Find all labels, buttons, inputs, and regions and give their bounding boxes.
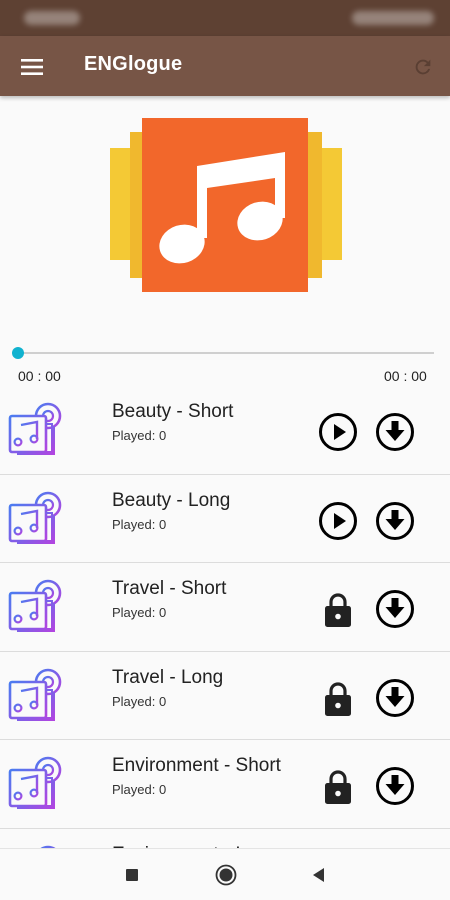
lock-icon: [325, 770, 351, 804]
status-bar-right-blurred: [352, 11, 434, 25]
download-button[interactable]: [375, 678, 415, 718]
download-circle-icon: [385, 775, 405, 795]
track-title: Beauty - Short: [112, 401, 234, 422]
hamburger-menu-icon: [21, 59, 43, 75]
music-album-icon: [8, 491, 62, 544]
track-title: Environment - Short: [112, 755, 281, 776]
back-button[interactable]: [306, 863, 330, 887]
elapsed-time: 00 : 00: [18, 368, 61, 384]
seek-thumb[interactable]: [12, 347, 24, 359]
app-screen: ENGlogue 00 : 00 00 : 00 Beauty - Short …: [0, 0, 450, 900]
recents-button[interactable]: [120, 863, 144, 887]
download-button[interactable]: [375, 501, 415, 541]
track-row[interactable]: Travel - Short Played: 0: [0, 563, 450, 652]
track-row[interactable]: Travel - Long Played: 0: [0, 651, 450, 740]
download-circle-icon: [385, 509, 405, 530]
download-circle-icon: [385, 686, 405, 707]
total-time: 00 : 00: [384, 368, 427, 384]
lock-icon: [325, 593, 351, 627]
album-art: [110, 118, 342, 292]
track-title: Travel - Short: [112, 578, 227, 599]
track-played-count: Played: 0: [112, 428, 167, 443]
music-album-icon: [8, 756, 62, 809]
download-button[interactable]: [375, 766, 415, 806]
track-row[interactable]: Beauty - Short Played: 0: [0, 386, 450, 475]
app-title: ENGlogue: [84, 53, 183, 75]
refresh-button[interactable]: [405, 49, 441, 85]
download-button[interactable]: [375, 412, 415, 452]
track-list: Beauty - Short Played: 0 Beauty - Long Pla…: [0, 386, 450, 848]
download-circle-icon: [385, 421, 405, 441]
play-button[interactable]: [318, 501, 358, 541]
play-circle-icon: [334, 424, 346, 440]
track-played-count: Played: 0: [112, 516, 167, 532]
play-button[interactable]: [318, 412, 358, 452]
music-album-icon: [8, 579, 62, 632]
status-bar-left-blurred: [24, 11, 80, 25]
track-played-count: Played: 0: [112, 782, 167, 797]
seek-track: [18, 352, 434, 354]
circle-icon: [215, 864, 237, 886]
track-row[interactable]: Environment - Short Played: 0: [0, 740, 450, 829]
music-album-icon: [8, 668, 62, 721]
track-row[interactable]: Environment - Long: [0, 828, 450, 848]
track-played-count: Played: 0: [112, 605, 167, 620]
music-album-icon: [8, 402, 62, 455]
track-played-count: Played: 0: [112, 693, 167, 709]
home-button[interactable]: [214, 863, 238, 887]
back-triangle-icon: [313, 868, 324, 882]
app-bar: ENGlogue: [0, 36, 450, 96]
square-icon: [126, 869, 138, 881]
seek-bar[interactable]: [12, 346, 434, 360]
system-nav-bar: [0, 848, 450, 900]
download-circle-icon: [385, 598, 405, 618]
menu-button[interactable]: [14, 49, 50, 85]
status-bar: [0, 0, 450, 36]
track-title: Beauty - Long: [112, 489, 231, 511]
track-row[interactable]: Beauty - Long Played: 0: [0, 474, 450, 563]
download-button[interactable]: [375, 589, 415, 629]
play-circle-icon: [334, 512, 346, 529]
refresh-icon: [415, 59, 431, 75]
lock-icon: [325, 681, 351, 716]
track-title: Travel - Long: [112, 666, 224, 688]
